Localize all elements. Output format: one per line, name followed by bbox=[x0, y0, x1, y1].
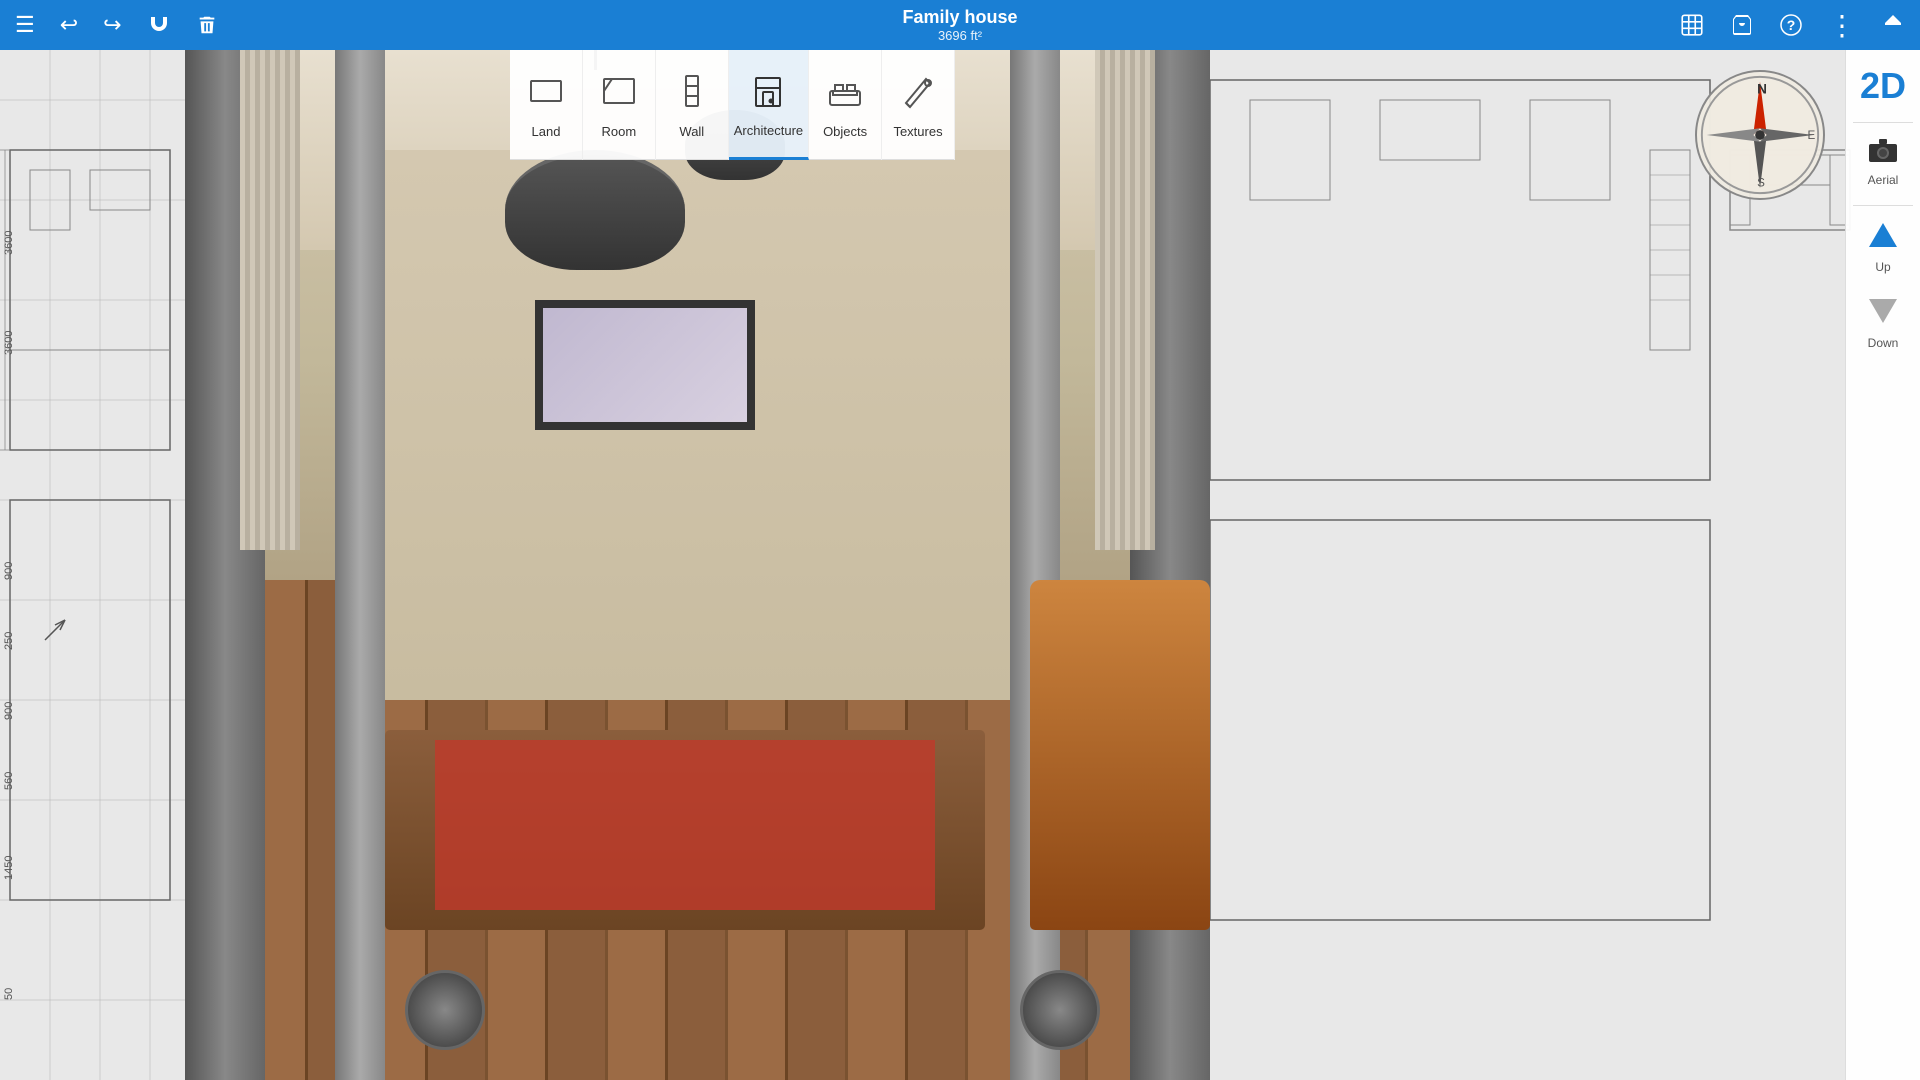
tool-textures[interactable]: Textures bbox=[882, 50, 955, 160]
view-down-button[interactable]: Down bbox=[1851, 287, 1916, 358]
tool-room[interactable]: Room bbox=[583, 50, 656, 160]
down-arrow-icon bbox=[1867, 295, 1899, 334]
table-cloth bbox=[435, 740, 935, 910]
redo-icon[interactable]: ↪ bbox=[98, 7, 126, 43]
svg-text:900: 900 bbox=[3, 702, 15, 720]
view-2d-label: 2D bbox=[1860, 68, 1906, 104]
svg-text:S: S bbox=[1757, 176, 1765, 189]
share-icon[interactable] bbox=[1876, 8, 1910, 42]
top-toolbar: ☰ ↩ ↪ Family house 3696 ft² bbox=[0, 0, 1920, 50]
down-label: Down bbox=[1868, 336, 1899, 350]
architecture-icon bbox=[748, 70, 788, 118]
view-2d-button[interactable]: 2D bbox=[1851, 60, 1916, 112]
undo-icon[interactable]: ↩ bbox=[55, 7, 83, 43]
trash-icon[interactable] bbox=[191, 9, 223, 41]
view-up-button[interactable]: Up bbox=[1851, 211, 1916, 282]
svg-text:N: N bbox=[1757, 81, 1767, 96]
compass: N S E bbox=[1685, 60, 1835, 210]
joystick-right[interactable] bbox=[1020, 970, 1100, 1050]
objects-icon bbox=[825, 71, 865, 119]
svg-text:1450: 1450 bbox=[3, 856, 15, 880]
app-subtitle: 3696 ft² bbox=[902, 28, 1017, 43]
cart-icon[interactable] bbox=[1725, 8, 1759, 42]
svg-text:560: 560 bbox=[3, 772, 15, 790]
svg-text:3600: 3600 bbox=[3, 231, 15, 255]
interior-scene bbox=[185, 50, 1210, 1080]
tool-room-label: Room bbox=[602, 124, 637, 139]
toolbar-right-group: ? ⋮ bbox=[1674, 4, 1910, 47]
app-title-group: Family house 3696 ft² bbox=[902, 7, 1017, 44]
svg-text:E: E bbox=[1807, 129, 1815, 142]
tool-land[interactable]: Land bbox=[510, 50, 583, 160]
curtain-left bbox=[240, 50, 300, 550]
joystick-left[interactable] bbox=[405, 970, 485, 1050]
tool-objects-label: Objects bbox=[823, 124, 867, 139]
dining-table bbox=[385, 730, 985, 930]
3d-settings-icon[interactable] bbox=[1674, 7, 1710, 43]
column-near-left bbox=[335, 50, 385, 1080]
sidebar-divider-1 bbox=[1853, 122, 1913, 123]
menu-icon[interactable]: ☰ bbox=[10, 7, 40, 43]
floor-lamp-orange bbox=[1030, 580, 1210, 930]
tool-textures-label: Textures bbox=[893, 124, 942, 139]
viewport-3d[interactable] bbox=[185, 50, 1210, 1080]
aerial-label: Aerial bbox=[1868, 173, 1899, 187]
aerial-view-button[interactable]: Aerial bbox=[1851, 128, 1916, 195]
tool-architecture-label: Architecture bbox=[734, 123, 803, 138]
magnet-icon[interactable] bbox=[142, 8, 176, 42]
room-icon bbox=[599, 71, 639, 119]
tool-panel: Land Room Wall bbox=[510, 50, 955, 160]
curtain-right bbox=[1095, 50, 1155, 550]
wall-icon bbox=[672, 71, 712, 119]
svg-text:50: 50 bbox=[3, 988, 15, 1000]
right-sidebar: 2D Aerial Up Down bbox=[1845, 50, 1920, 1080]
up-label: Up bbox=[1875, 260, 1890, 274]
sidebar-divider-2 bbox=[1853, 205, 1913, 206]
camera-icon bbox=[1865, 136, 1901, 171]
tool-wall-label: Wall bbox=[679, 124, 704, 139]
svg-text:250: 250 bbox=[3, 632, 15, 650]
compass-circle: N S E bbox=[1695, 70, 1825, 200]
tool-objects[interactable]: Objects bbox=[809, 50, 882, 160]
svg-text:3600: 3600 bbox=[3, 331, 15, 355]
toolbar-left-group: ☰ ↩ ↪ bbox=[10, 7, 223, 43]
svg-text:900: 900 bbox=[3, 562, 15, 580]
svg-text:?: ? bbox=[1787, 17, 1796, 33]
up-arrow-icon bbox=[1867, 219, 1899, 258]
textures-icon bbox=[898, 71, 938, 119]
tool-architecture[interactable]: Architecture bbox=[729, 50, 809, 160]
more-options-icon[interactable]: ⋮ bbox=[1823, 4, 1861, 47]
help-icon[interactable]: ? bbox=[1774, 8, 1808, 42]
app-title: Family house bbox=[902, 7, 1017, 29]
land-icon bbox=[526, 71, 566, 119]
tv-screen bbox=[535, 300, 755, 430]
tool-wall[interactable]: Wall bbox=[656, 50, 729, 160]
tool-land-label: Land bbox=[532, 124, 561, 139]
